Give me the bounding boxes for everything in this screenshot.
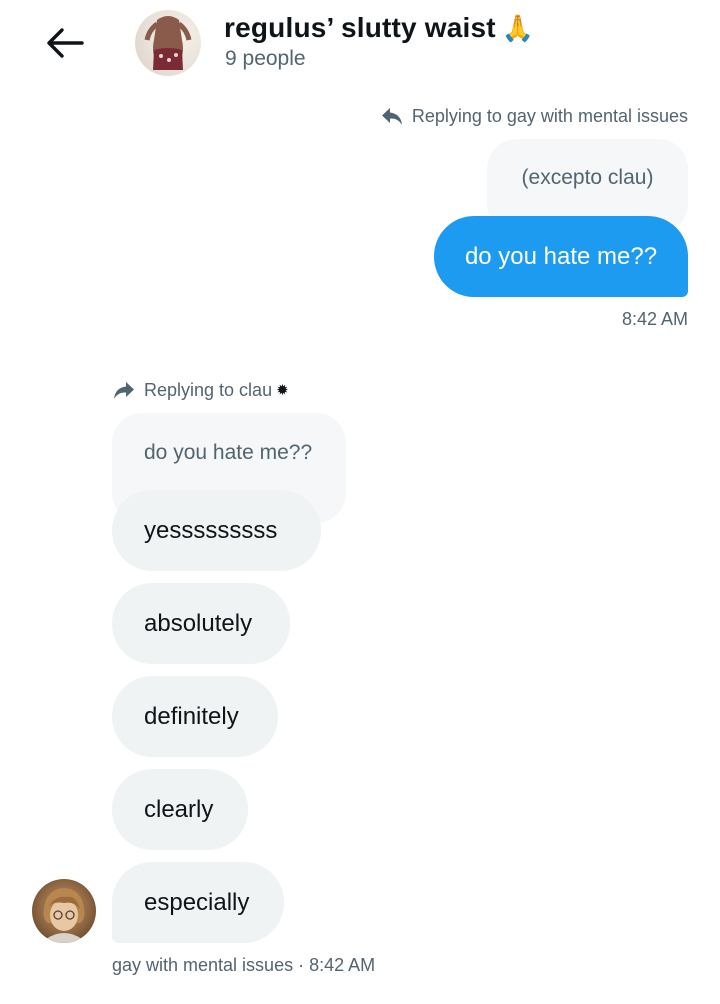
message-bubble[interactable]: clearly [112, 769, 248, 850]
reply-arrow-icon [381, 108, 402, 125]
message-text: yesssssssss [144, 516, 278, 544]
back-arrow-icon [47, 28, 84, 58]
sender-avatar[interactable] [32, 879, 96, 943]
message-text: definitely [144, 702, 239, 730]
sender-avatar-image [43, 888, 85, 943]
received-reply-label: Replying to clau [144, 379, 273, 400]
badge-icon: ✹ [276, 381, 289, 399]
group-avatar[interactable] [135, 10, 201, 76]
sent-quoted-text: (excepto clau) [521, 166, 654, 189]
message-text: absolutely [144, 609, 253, 637]
message-bubble[interactable]: definitely [112, 676, 278, 757]
praying-hands-emoji: 🙏 [501, 14, 535, 44]
received-footer: gay with mental issues · 8:42 AM [112, 955, 376, 975]
received-quoted-text: do you hate me?? [144, 441, 313, 464]
message-bubble[interactable]: absolutely [112, 583, 290, 664]
received-reply-indicator: Replying to clau ✹ [112, 378, 289, 402]
back-button[interactable] [40, 22, 90, 66]
sent-message-bubble[interactable]: do you hate me?? [434, 216, 688, 297]
sent-message-text: do you hate me?? [464, 242, 658, 270]
sent-timestamp: 8:42 AM [621, 309, 688, 329]
message-text: especially [144, 888, 250, 916]
forward-arrow-icon [114, 382, 134, 399]
group-avatar-image [144, 16, 192, 70]
sent-reply-indicator: Replying to gay with mental issues [380, 104, 688, 128]
title-text: regulus’ slutty waist [224, 12, 496, 43]
message-bubble[interactable]: yesssssssss [112, 490, 321, 571]
conversation-title[interactable]: regulus’ slutty waist 🙏 [224, 12, 534, 44]
message-bubble[interactable]: especially [112, 862, 284, 943]
message-text: clearly [144, 795, 214, 823]
participant-count: 9 people [225, 47, 306, 70]
sent-reply-label: Replying to gay with mental issues [411, 105, 688, 126]
